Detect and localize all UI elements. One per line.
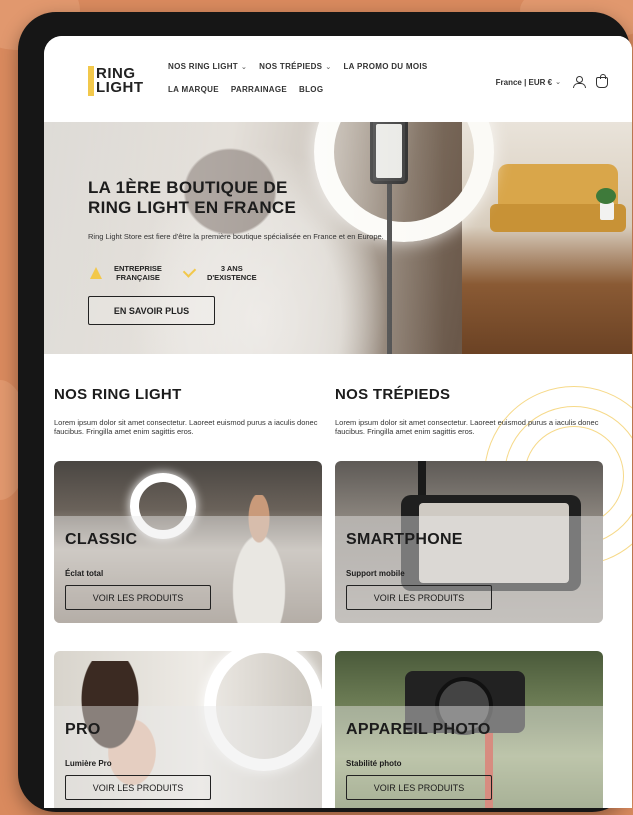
category-card-smartphone[interactable]: SMARTPHONE Support mobile VOIR LES PRODU… <box>335 461 603 623</box>
card-subtitle: Support mobile <box>346 569 405 578</box>
category-card-classic[interactable]: CLASSIC Éclat total VOIR LES PRODUITS <box>54 461 322 623</box>
hero-banner: LA 1ÈRE BOUTIQUE DE RING LIGHT EN FRANCE… <box>44 122 632 354</box>
learn-more-button[interactable]: EN SAVOIR PLUS <box>88 296 215 325</box>
user-icon[interactable] <box>573 76 586 88</box>
feature-french-company: ENTREPRISE FRANÇAISE <box>90 264 162 282</box>
feature-line: ENTREPRISE <box>114 264 162 273</box>
feature-line: D'EXISTENCE <box>206 273 257 282</box>
check-icon <box>182 264 197 278</box>
card-subtitle: Lumière Pro <box>65 759 112 768</box>
hero-title: LA 1ÈRE BOUTIQUE DE RING LIGHT EN FRANCE <box>88 178 297 217</box>
chevron-down-icon: ⌄ <box>240 63 248 71</box>
view-products-button[interactable]: VOIR LES PRODUITS <box>65 585 211 610</box>
feature-text: 3 ANS D'EXISTENCE <box>207 264 257 282</box>
nav-promo[interactable]: LA PROMO DU MOIS <box>344 62 428 71</box>
plant-image <box>596 188 616 220</box>
feature-line: 3 ANS <box>220 264 243 273</box>
card-title: CLASSIC <box>65 531 138 548</box>
chevron-down-icon: ⌄ <box>325 63 332 71</box>
tripod-description: Lorem ipsum dolor sit amet consectetur. … <box>335 418 599 436</box>
site-header: RING LIGHT NOS RING LIGHT ⌄ NOS TRÉPIEDS ⌄… <box>44 36 632 122</box>
logo-accent-bar <box>88 66 94 96</box>
chevron-down-icon: ⌄ <box>555 79 561 86</box>
feature-text: ENTREPRISE FRANÇAISE <box>114 264 162 282</box>
nav-parrainage[interactable]: PARRAINAGE <box>231 85 287 94</box>
card-subtitle: Éclat total <box>65 569 104 578</box>
feature-line: FRANÇAISE <box>116 273 160 282</box>
view-products-button[interactable]: VOIR LES PRODUITS <box>65 775 211 800</box>
website-screen: RING LIGHT NOS RING LIGHT ⌄ NOS TRÉPIEDS ⌄… <box>44 36 632 808</box>
header-utilities: France | EUR € ⌄ <box>496 73 608 88</box>
nav-ring-light[interactable]: NOS RING LIGHT ⌄ <box>168 62 247 71</box>
tripod-heading: NOS TRÉPIEDS <box>335 386 451 403</box>
nav-trepieds[interactable]: NOS TRÉPIEDS ⌄ <box>259 62 331 71</box>
nav-blog[interactable]: BLOG <box>299 85 323 94</box>
category-card-camera[interactable]: APPAREIL PHOTO Stabilité photo VOIR LES … <box>335 651 603 808</box>
logo-line-2: LIGHT <box>96 79 144 96</box>
card-title: SMARTPHONE <box>346 531 463 548</box>
hero-description: Ring Light Store est fiere d'être la pre… <box>88 232 384 241</box>
locale-label: France | EUR € <box>495 77 553 87</box>
view-products-button[interactable]: VOIR LES PRODUITS <box>346 585 492 610</box>
feature-years: 3 ANS D'EXISTENCE <box>182 264 257 282</box>
view-products-button[interactable]: VOIR LES PRODUITS <box>346 775 492 800</box>
locale-selector[interactable]: France | EUR € ⌄ <box>496 78 561 87</box>
nav-label: NOS TRÉPIEDS <box>259 62 323 71</box>
card-subtitle: Stabilité photo <box>346 759 402 768</box>
bag-icon[interactable] <box>596 73 608 88</box>
ring-light-description: Lorem ipsum dolor sit amet consectetur. … <box>54 418 318 436</box>
nav-la-marque[interactable]: LA MARQUE <box>168 85 219 94</box>
hero-features: ENTREPRISE FRANÇAISE 3 ANS D'EXISTENCE <box>90 264 257 282</box>
nav-label: NOS RING LIGHT <box>168 62 238 71</box>
main-navigation: NOS RING LIGHT ⌄ NOS TRÉPIEDS ⌄ LA PROMO D… <box>168 62 428 108</box>
site-logo[interactable]: RING LIGHT <box>88 66 148 98</box>
category-card-pro[interactable]: PRO Lumière Pro VOIR LES PRODUITS <box>54 651 322 808</box>
card-title: APPAREIL PHOTO <box>346 721 491 738</box>
flag-icon <box>90 267 102 279</box>
ring-light-heading: NOS RING LIGHT <box>54 386 182 403</box>
card-title: PRO <box>65 721 101 738</box>
